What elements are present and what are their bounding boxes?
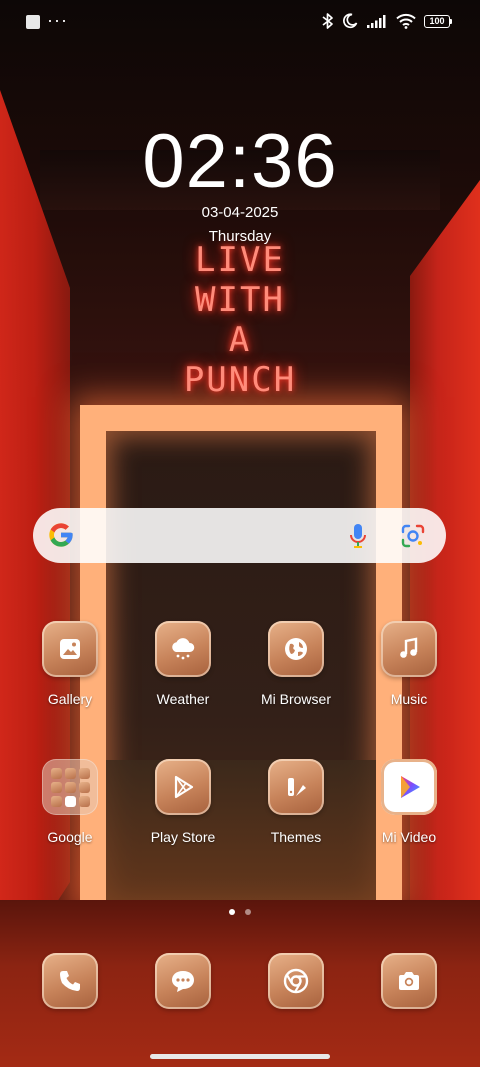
page-dot-1[interactable] [229,909,235,915]
google-lens-icon[interactable] [400,523,426,549]
clock-time[interactable]: 02:36 [0,120,480,204]
browser-icon [268,621,324,677]
app-label-play-store: Play Store [150,829,216,845]
battery-icon: 100 [424,14,452,28]
status-icons: 100 [322,12,452,30]
themes-icon [268,759,324,815]
app-weather[interactable]: Weather [133,621,233,707]
chrome-icon [268,953,324,1009]
battery-level: 100 [424,14,450,28]
google-g-icon [49,523,73,547]
app-label-mi-browser: Mi Browser [260,691,331,707]
more-dots-icon: ··· [47,10,68,30]
app-label-music: Music [390,691,428,707]
moon-icon [343,13,358,29]
bluetooth-icon [322,13,333,29]
page-dot-2[interactable] [245,909,251,915]
clock-day[interactable]: Thursday [0,228,480,245]
wallpaper-right-wall [410,180,480,980]
app-play-store[interactable]: Play Store [133,759,233,845]
mic-icon[interactable] [348,522,368,550]
app-themes[interactable]: Themes [246,759,346,845]
google-search-bar[interactable] [33,508,446,563]
app-music[interactable]: Music [359,621,459,707]
camera-icon [381,953,437,1009]
signal-icon [367,15,386,28]
status-bar: ··· 100 [0,0,480,44]
app-label-mi-video: Mi Video [381,829,437,845]
app-gallery[interactable]: Gallery [20,621,120,707]
play-store-icon [155,759,211,815]
dock-messages[interactable] [133,953,233,1009]
music-icon [381,621,437,677]
dock-chrome[interactable] [246,953,346,1009]
dock-camera[interactable] [359,953,459,1009]
page-indicator[interactable] [0,909,480,915]
folder-icon [42,759,98,815]
messages-icon [155,953,211,1009]
phone-icon [42,953,98,1009]
app-label-weather: Weather [156,691,210,707]
clock-date[interactable]: 03-04-2025 [0,204,480,221]
home-indicator[interactable] [150,1054,330,1059]
app-mi-video[interactable]: Mi Video [359,759,459,845]
app-google-folder[interactable]: Google [20,759,120,845]
wifi-icon [396,13,416,29]
weather-icon [155,621,211,677]
dock-phone[interactable] [20,953,120,1009]
wallpaper-neon-sign: LIVE WITH A PUNCH [183,240,297,400]
app-label-themes: Themes [270,829,322,845]
app-mi-browser[interactable]: Mi Browser [246,621,346,707]
app-label-gallery: Gallery [47,691,93,707]
mi-video-icon [381,759,437,815]
app-label-google: Google [47,829,93,845]
notification-square-icon [26,15,40,29]
gallery-icon [42,621,98,677]
